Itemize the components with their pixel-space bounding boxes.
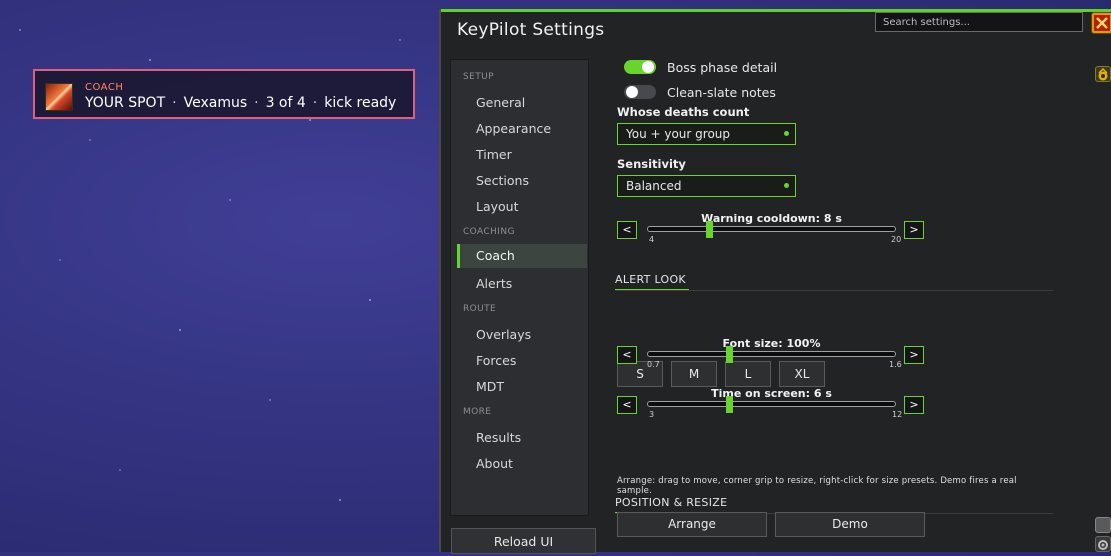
time-on-screen-track[interactable] [647,401,896,407]
warning-cooldown-increase-button[interactable]: > [904,221,924,239]
settings-nav: SETUP General Appearance Timer Sections … [450,59,589,516]
nav-item-about[interactable]: About [457,452,587,476]
warning-cooldown-track[interactable] [647,226,896,232]
nav-item-general[interactable]: General [457,91,587,115]
nav-item-forces[interactable]: Forces [457,349,587,373]
font-size-title: Font size: 100% [722,337,821,350]
reload-ui-button[interactable]: Reload UI [451,528,596,554]
position-resize-title: POSITION & RESIZE [615,496,728,509]
nav-item-timer[interactable]: Timer [457,143,587,167]
nav-group-more: MORE [463,407,492,417]
warning-cooldown-max: 20 [891,235,902,244]
alert-look-title: ALERT LOOK [615,273,686,286]
font-size-decrease-button[interactable]: < [617,346,637,364]
boss-phase-detail-label: Boss phase detail [667,60,778,75]
dropdown-arrow-icon [784,183,789,188]
nav-item-coach[interactable]: Coach [457,244,587,268]
window-title: KeyPilot Settings [457,20,605,40]
time-on-screen-title: Time on screen: 6 s [711,387,832,400]
coach-notice[interactable]: COACH YOUR SPOT · Vexamus · 3 of 4 · kick read… [33,69,415,119]
sensitivity-dropdown[interactable]: Balanced [617,175,796,197]
boss-phase-detail-toggle[interactable] [624,60,656,74]
nav-item-alerts[interactable]: Alerts [457,272,587,296]
nav-group-route: ROUTE [463,304,497,314]
font-size-min: 0.7 [647,360,660,369]
nav-item-sections[interactable]: Sections [457,169,587,193]
notice-status: kick ready [324,95,397,111]
close-icon [1094,15,1110,31]
time-on-screen-max: 12 [892,410,903,419]
time-on-screen-slider: Time on screen: 6 s < > 3 12 [617,387,924,435]
warning-cooldown-slider: Warning cooldown: 8 s < > 4 20 [617,212,924,260]
divider [615,290,1053,291]
keystone-icon[interactable] [1095,66,1111,82]
demo-button[interactable]: Demo [775,512,925,537]
font-size-max: 1.6 [889,360,902,369]
position-resize-header: POSITION & RESIZE [615,496,728,514]
notice-caption: COACH [85,82,124,93]
arrange-button[interactable]: Arrange [617,512,767,537]
notice-count: 3 of 4 [265,95,306,111]
nav-group-coaching: COACHING [463,227,515,237]
time-on-screen-increase-button[interactable]: > [904,396,924,414]
nav-item-results[interactable]: Results [457,426,587,450]
dropdown-arrow-icon [784,131,789,136]
deaths-count-value: You + your group [626,127,731,141]
scroll-icon[interactable] [1095,517,1111,533]
settings-window: KeyPilot Settings SETUP General Appearan… [439,9,1111,554]
sensitivity-value: Balanced [626,179,682,193]
gear-icon[interactable] [1095,536,1111,552]
sensitivity-label: Sensitivity [617,157,686,171]
deaths-count-dropdown[interactable]: You + your group [617,123,796,145]
time-on-screen-decrease-button[interactable]: < [617,396,637,414]
nav-group-setup: SETUP [463,72,494,82]
font-size-track[interactable] [647,351,896,357]
search-input[interactable] [875,12,1083,32]
font-size-increase-button[interactable]: > [904,346,924,364]
warning-cooldown-title: Warning cooldown: 8 s [701,212,842,225]
warning-cooldown-thumb[interactable] [706,221,714,238]
notice-spot: YOUR SPOT [85,95,166,111]
font-size-slider: Font size: 100% < > 0.7 1.6 [617,337,924,385]
nav-item-overlays[interactable]: Overlays [457,323,587,347]
time-on-screen-min: 3 [649,410,655,419]
close-button[interactable] [1091,12,1111,34]
nav-item-mdt[interactable]: MDT [457,375,587,399]
warning-cooldown-min: 4 [649,235,655,244]
nav-item-appearance[interactable]: Appearance [457,117,587,141]
alert-look-header: ALERT LOOK [615,273,689,291]
position-help-text: Arrange: drag to move, corner grip to re… [617,476,1017,496]
coach-spell-icon [45,83,73,111]
clean-slate-notes-label: Clean-slate notes [667,85,776,100]
notice-boss: Vexamus [183,95,248,111]
nav-item-layout[interactable]: Layout [457,195,587,219]
clean-slate-notes-toggle[interactable] [624,85,656,99]
deaths-count-label: Whose deaths count [617,105,750,119]
notice-line: YOUR SPOT · Vexamus · 3 of 4 · kick ready [85,95,397,111]
warning-cooldown-decrease-button[interactable]: < [617,221,637,239]
font-size-thumb[interactable] [726,346,734,363]
coach-settings-panel: Boss phase detail Clean-slate notes Whos… [599,59,1055,552]
time-on-screen-thumb[interactable] [726,396,734,413]
